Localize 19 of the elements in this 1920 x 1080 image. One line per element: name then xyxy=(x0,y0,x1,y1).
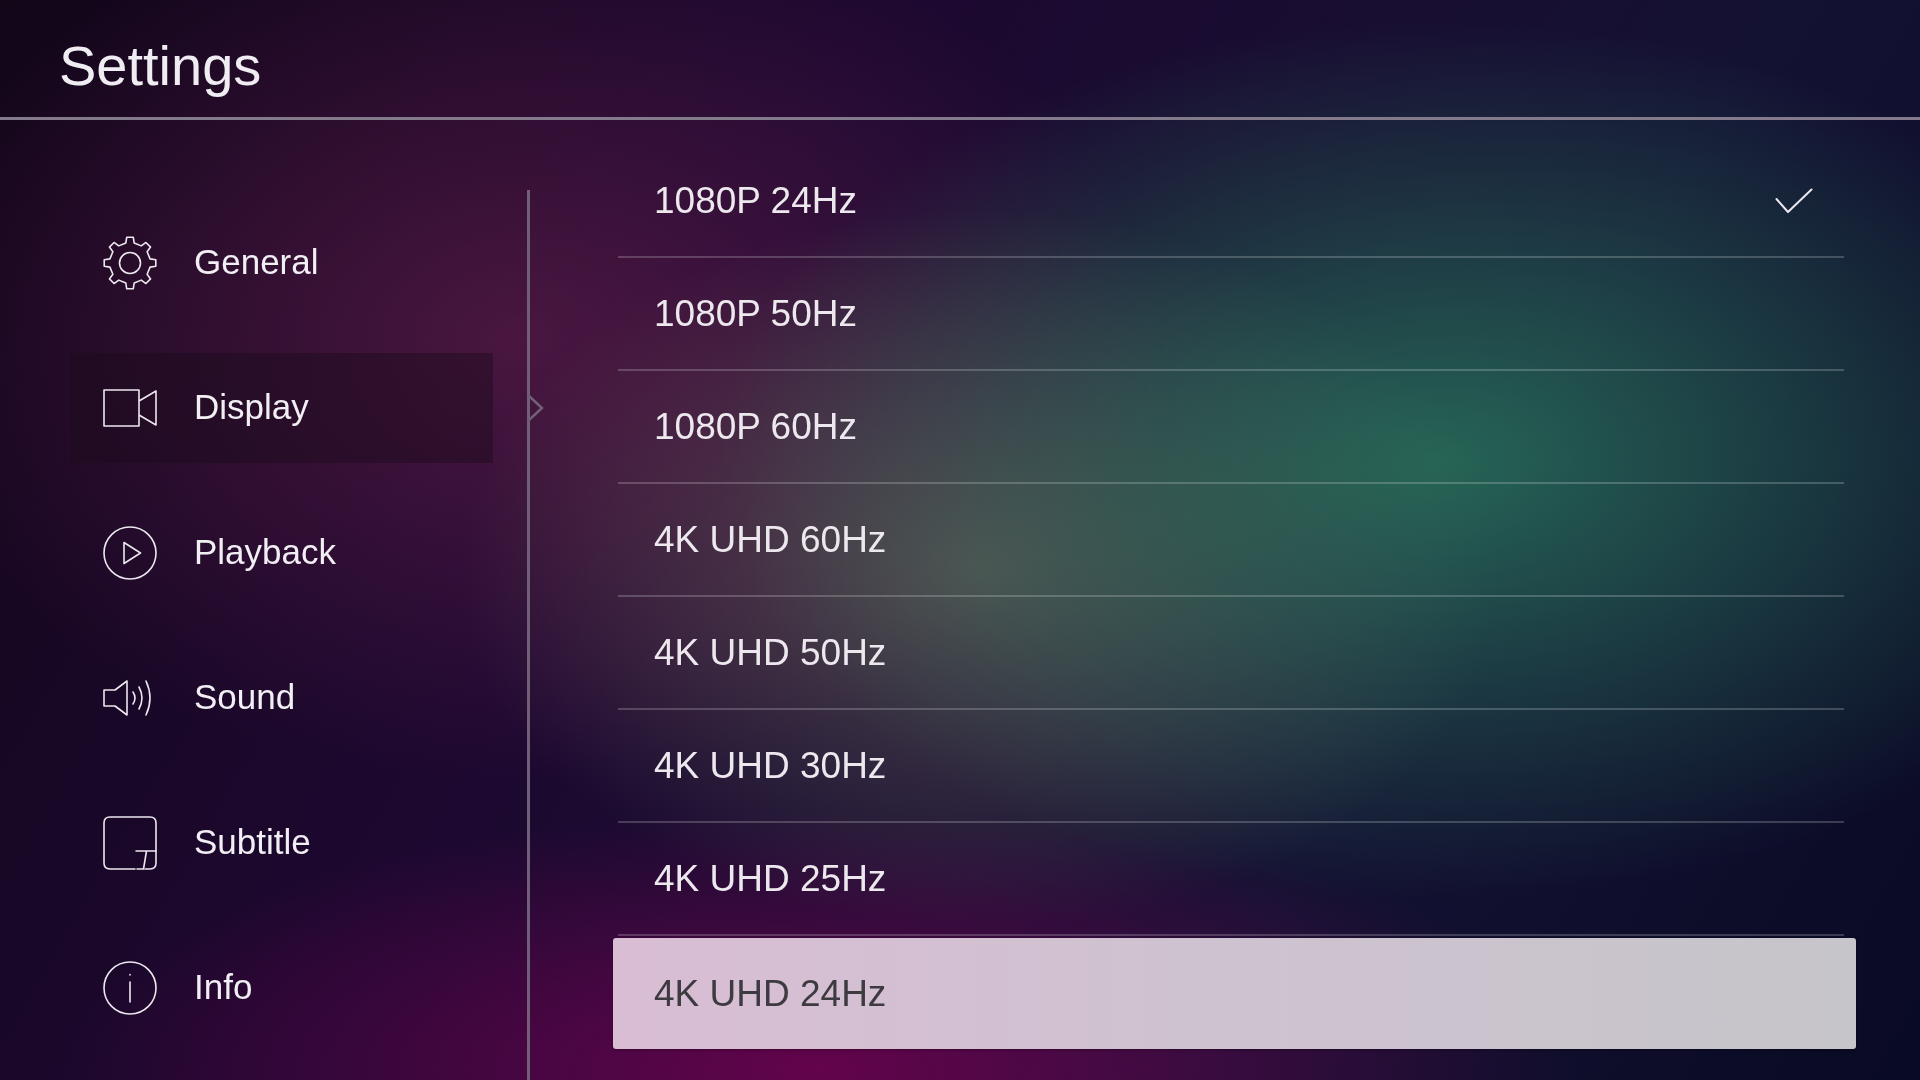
sidebar-item[interactable]: Info xyxy=(103,960,253,1015)
subtitle-box-icon xyxy=(103,815,157,870)
resolution-option[interactable]: 4K UHD 50Hz xyxy=(618,597,1844,710)
sidebar-item[interactable]: Playback xyxy=(103,525,337,580)
resolution-option[interactable]: 1080P 24Hz xyxy=(618,145,1844,258)
resolution-option[interactable]: 4K UHD 25Hz xyxy=(618,823,1844,936)
resolution-option[interactable]: 4K UHD 24Hz xyxy=(613,938,1856,1049)
video-camera-icon xyxy=(103,388,157,427)
sidebar-item[interactable]: Sound xyxy=(103,671,296,724)
sidebar-item[interactable]: Display xyxy=(70,352,493,463)
resolution-option[interactable]: 1080P 60Hz xyxy=(618,371,1844,484)
sidebar-item[interactable]: General xyxy=(103,235,319,290)
info-icon xyxy=(103,960,157,1015)
resolution-option[interactable]: 4K UHD 30Hz xyxy=(618,710,1844,823)
play-circle-icon xyxy=(103,525,157,580)
sidebar-item[interactable]: Subtitle xyxy=(103,815,311,870)
resolution-option[interactable]: 4K UHD 60Hz xyxy=(618,484,1844,597)
gear-icon xyxy=(103,235,157,290)
resolution-option[interactable]: 1080P 50Hz xyxy=(618,258,1844,371)
